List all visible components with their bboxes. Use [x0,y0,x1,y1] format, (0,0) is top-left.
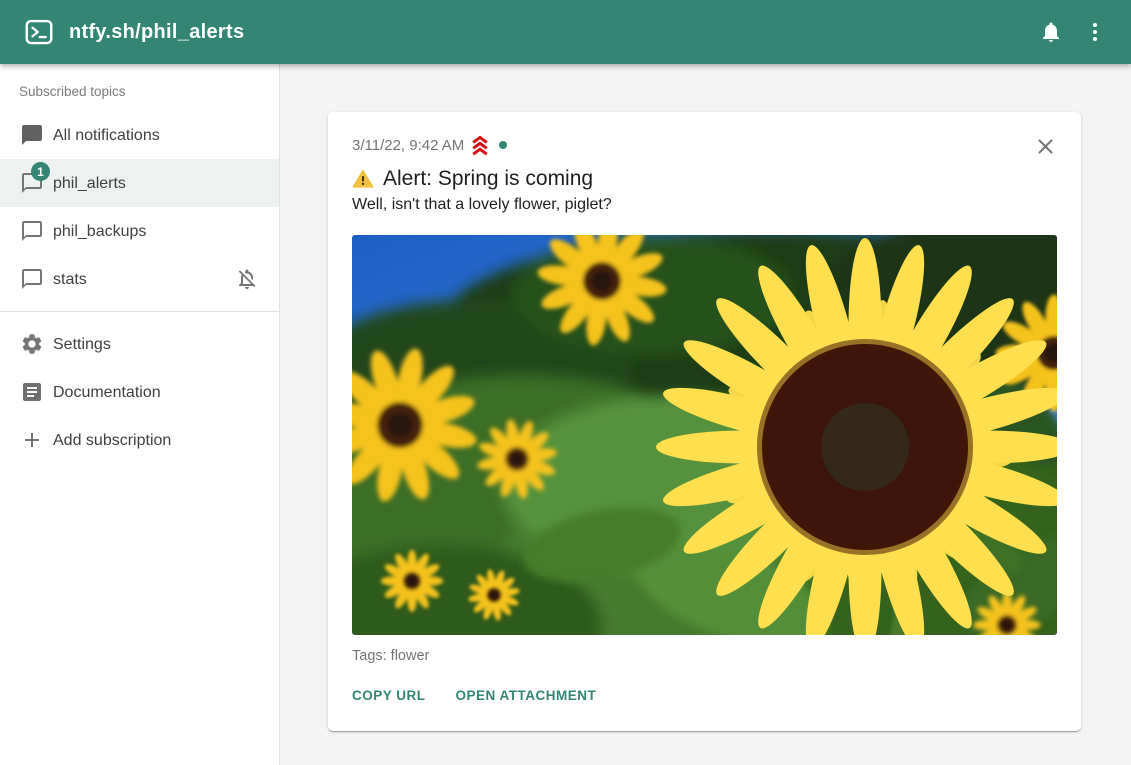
sidebar-item-label: All notifications [53,127,160,144]
notification-meta: 3/11/22, 9:42 AM [352,134,507,156]
notifications-button[interactable] [1029,10,1073,54]
copy-url-button[interactable]: COPY URL [352,682,426,709]
sidebar-item-documentation[interactable]: Documentation [0,368,279,416]
sidebar-item-phil-backups[interactable]: phil_backups [0,207,279,255]
notification-actions: COPY URL OPEN ATTACHMENT [352,680,1057,717]
unread-count-badge: 1 [31,162,50,181]
unread-dot [499,141,507,149]
sidebar-item-label: Settings [53,336,111,353]
priority-high-chevrons-icon [469,134,491,156]
notification-card: 3/11/22, 9:42 AM [328,112,1081,731]
chat-outline-icon [20,267,44,291]
main-content: 3/11/22, 9:42 AM [280,64,1131,765]
attachment-image[interactable] [352,235,1057,635]
notification-tags: Tags: flower [352,648,1057,664]
notification-title: Alert: Spring is coming [352,167,1057,191]
sidebar-item-add-subscription[interactable]: Add subscription [0,416,279,464]
sidebar-item-phil-alerts[interactable]: 1 phil_alerts [0,159,279,207]
notification-body: Well, isn't that a lovely flower, piglet… [352,196,1057,214]
notification-timestamp: 3/11/22, 9:42 AM [352,137,464,154]
subscribed-topics-label: Subscribed topics [0,70,279,111]
sidebar-item-stats[interactable]: stats [0,255,279,303]
warning-icon [352,168,374,190]
appbar: ntfy.sh/phil_alerts [0,0,1131,64]
chat-outline-icon [20,219,44,243]
open-attachment-button[interactable]: OPEN ATTACHMENT [456,682,597,709]
sidebar-item-label: Documentation [53,384,161,401]
sidebar-item-label: phil_backups [53,223,146,240]
sidebar-item-label: Add subscription [53,432,171,449]
sidebar-item-label: stats [53,271,87,288]
sidebar-divider [0,311,279,312]
bell-off-icon [235,267,259,291]
gear-icon [20,332,44,356]
close-notification-button[interactable] [1031,132,1059,160]
chat-filled-icon [20,123,44,147]
kebab-menu-icon [1083,20,1107,44]
article-icon [20,380,44,404]
chat-outline-icon: 1 [20,171,44,195]
appbar-title: ntfy.sh/phil_alerts [69,21,244,44]
plus-icon [20,428,44,452]
overflow-menu-button[interactable] [1073,10,1117,54]
close-icon [1033,134,1058,159]
bell-icon [1039,20,1063,44]
terminal-logo-icon [24,17,54,47]
appbar-actions [1029,10,1117,54]
sidebar: Subscribed topics All notifications 1 ph… [0,64,280,765]
sidebar-item-all-notifications[interactable]: All notifications [0,111,279,159]
sidebar-item-label: phil_alerts [53,175,126,192]
sidebar-item-settings[interactable]: Settings [0,320,279,368]
notification-title-text: Alert: Spring is coming [383,167,593,191]
